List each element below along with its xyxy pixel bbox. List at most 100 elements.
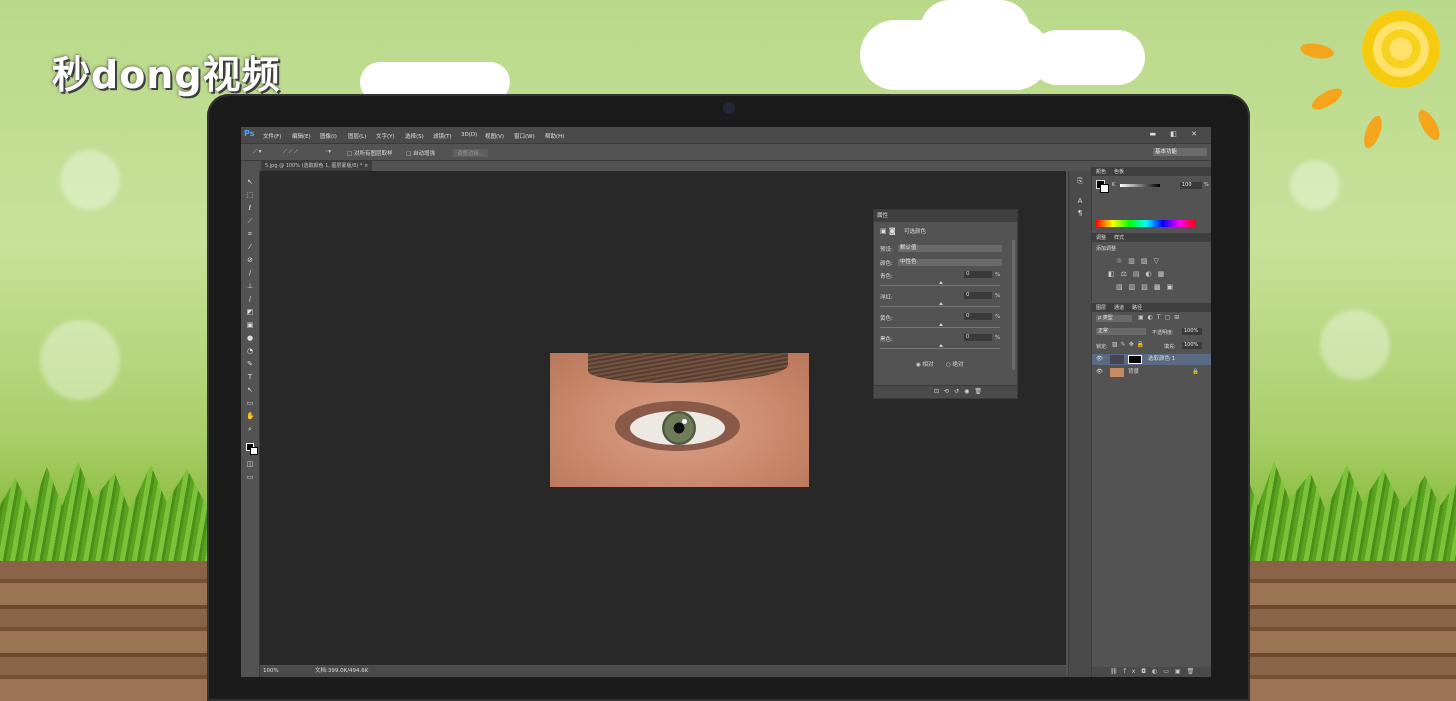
window-controls[interactable]: ▬ ◧ ✕ bbox=[1149, 130, 1203, 138]
character-icon[interactable]: A bbox=[1076, 197, 1084, 205]
zoom-tool-icon[interactable]: ⌕ bbox=[246, 426, 254, 433]
document-tab[interactable]: 5.jpg @ 100% (选取颜色 1, 图层蒙版/8) * × bbox=[261, 161, 373, 171]
menu-window[interactable]: 窗口(W) bbox=[514, 132, 535, 140]
opacity-value[interactable]: 100% bbox=[1182, 328, 1202, 335]
panel-dock: ⎘ A ¶ bbox=[1068, 171, 1091, 677]
selection-mode-icons[interactable]: ⟋ ⟋ ⟋ bbox=[283, 149, 298, 156]
gradient-tool-icon[interactable]: ▣ bbox=[246, 322, 254, 329]
history-icon[interactable]: ⎘ bbox=[1076, 177, 1084, 185]
properties-footer-icons[interactable]: ⊡⟲↺◉🗑 bbox=[934, 388, 987, 395]
black-value[interactable]: 0 bbox=[964, 334, 992, 341]
quick-mask-icon[interactable]: ◫ bbox=[246, 461, 254, 468]
bg-swatch[interactable] bbox=[1100, 184, 1109, 193]
color-spectrum[interactable] bbox=[1096, 220, 1196, 227]
quick-select-tool-icon[interactable]: ⟋ bbox=[246, 218, 254, 225]
fill-value[interactable]: 100% bbox=[1182, 342, 1202, 349]
menu-filter[interactable]: 滤镜(T) bbox=[433, 132, 452, 140]
layer-mask-thumb[interactable] bbox=[1128, 355, 1142, 364]
visibility-eye-icon[interactable]: 👁 bbox=[1096, 367, 1103, 378]
yellow-slider[interactable] bbox=[880, 327, 1000, 328]
layer-filter-select[interactable]: ρ 类型 bbox=[1096, 315, 1132, 322]
type-tool-icon[interactable]: T bbox=[246, 374, 254, 381]
tab-adjustments[interactable]: 调整 bbox=[1096, 234, 1106, 241]
brand-logo: 秒dong视频 bbox=[52, 53, 281, 97]
tab-channels[interactable]: 通道 bbox=[1114, 304, 1124, 311]
lasso-tool-icon[interactable]: ℓ bbox=[246, 205, 254, 212]
hand-tool-icon[interactable]: ✋ bbox=[246, 413, 255, 420]
eyedropper-tool-icon[interactable]: ⁄ bbox=[246, 244, 254, 251]
bokeh-light bbox=[60, 150, 120, 210]
menu-type[interactable]: 文字(Y) bbox=[376, 132, 395, 140]
screen-mode-icon[interactable]: ▭ bbox=[246, 474, 254, 481]
blend-mode-select[interactable]: 正常 bbox=[1096, 328, 1146, 335]
k-label: K bbox=[1112, 182, 1116, 188]
crop-tool-icon[interactable]: ⌗ bbox=[246, 231, 254, 238]
tab-layers[interactable]: 图层 bbox=[1096, 304, 1106, 311]
background-color-swatch[interactable] bbox=[250, 447, 258, 455]
colors-select[interactable]: 中性色 bbox=[898, 259, 1002, 266]
black-slider-handle[interactable] bbox=[939, 344, 943, 347]
workspace-select[interactable]: 基本功能 bbox=[1153, 148, 1207, 156]
marquee-tool-icon[interactable]: ⬚ bbox=[246, 192, 254, 199]
refine-edge-button[interactable]: 调整边缘... bbox=[453, 149, 489, 157]
shape-tool-icon[interactable]: ▭ bbox=[246, 400, 254, 407]
menu-help[interactable]: 帮助(H) bbox=[545, 132, 564, 140]
blur-tool-icon[interactable]: ● bbox=[246, 335, 254, 342]
auto-enhance-checkbox[interactable]: □ 自动增强 bbox=[406, 149, 435, 157]
menu-layer[interactable]: 图层(L) bbox=[348, 132, 366, 140]
properties-header[interactable]: 属性 bbox=[874, 210, 1017, 222]
layer-name[interactable]: 选取颜色 1 bbox=[1148, 354, 1175, 365]
layer-row-adjustment[interactable]: 👁 选取颜色 1 bbox=[1092, 354, 1211, 365]
quick-select-tool-icon[interactable]: ⟋ ▾ bbox=[253, 149, 261, 156]
color-panel-tabs: 颜色 色板 bbox=[1092, 167, 1211, 176]
brush-tool-icon[interactable]: ∕ bbox=[246, 270, 254, 277]
magenta-slider-handle[interactable] bbox=[939, 302, 943, 305]
adjustment-icons-row2[interactable]: ◧⚖▤◐▦ bbox=[1108, 270, 1170, 278]
sample-all-layers-checkbox[interactable]: □ 对所有图层取样 bbox=[347, 149, 392, 157]
layer-name[interactable]: 背景 bbox=[1128, 367, 1139, 378]
k-value[interactable]: 100 bbox=[1180, 182, 1202, 189]
tab-paths[interactable]: 路径 bbox=[1132, 304, 1142, 311]
yellow-value[interactable]: 0 bbox=[964, 313, 992, 320]
absolute-radio[interactable]: ○ 绝对 bbox=[946, 360, 964, 368]
dodge-tool-icon[interactable]: ◔ bbox=[246, 348, 254, 355]
pen-tool-icon[interactable]: ✎ bbox=[246, 361, 254, 368]
paragraph-icon[interactable]: ¶ bbox=[1076, 209, 1084, 217]
move-tool-icon[interactable]: ↖ bbox=[246, 179, 254, 186]
properties-panel: 属性 ▣ ◙ 可选颜色 预设: 默认值 颜色: 中性色 青色: 0 % 洋红: … bbox=[873, 209, 1018, 399]
tab-styles[interactable]: 样式 bbox=[1114, 234, 1124, 241]
clone-stamp-tool-icon[interactable]: ⊥ bbox=[246, 283, 254, 290]
black-slider[interactable] bbox=[880, 348, 1000, 349]
menu-view[interactable]: 视图(V) bbox=[485, 132, 504, 140]
menu-file[interactable]: 文件(F) bbox=[263, 132, 281, 140]
layer-row-background[interactable]: 👁 背景 🔒 bbox=[1092, 367, 1211, 378]
adjustment-icons-row3[interactable]: ▧▨▨▩▣ bbox=[1116, 283, 1179, 291]
magenta-slider[interactable] bbox=[880, 306, 1000, 307]
preset-select[interactable]: 默认值 bbox=[898, 245, 1002, 252]
healing-brush-tool-icon[interactable]: ⊘ bbox=[246, 257, 254, 264]
menu-image[interactable]: 图像(I) bbox=[320, 132, 337, 140]
brush-size-icon[interactable]: ◦▾ bbox=[325, 149, 331, 155]
eraser-tool-icon[interactable]: ◩ bbox=[246, 309, 254, 316]
layers-footer-icons[interactable]: ⛓fx◘◐▭▣🗑 bbox=[1110, 668, 1200, 675]
yellow-slider-handle[interactable] bbox=[939, 323, 943, 326]
tab-swatches[interactable]: 色板 bbox=[1114, 168, 1124, 175]
menu-3d[interactable]: 3D(D) bbox=[461, 132, 477, 138]
cyan-slider-handle[interactable] bbox=[939, 281, 943, 284]
k-slider[interactable] bbox=[1120, 184, 1160, 187]
zoom-level[interactable]: 100% bbox=[263, 666, 279, 677]
tab-color[interactable]: 颜色 bbox=[1096, 168, 1106, 175]
cyan-slider[interactable] bbox=[880, 285, 1000, 286]
visibility-eye-icon[interactable]: 👁 bbox=[1096, 354, 1103, 365]
menu-edit[interactable]: 编辑(E) bbox=[292, 132, 311, 140]
history-brush-tool-icon[interactable]: ∕ bbox=[246, 296, 254, 303]
adjustment-icons-row1[interactable]: ☼▥▨▽ bbox=[1116, 257, 1165, 265]
properties-scrollbar[interactable] bbox=[1012, 240, 1015, 370]
menu-select[interactable]: 选择(S) bbox=[405, 132, 424, 140]
layer-filter-icons[interactable]: ▣◐T▢⊞ bbox=[1138, 314, 1183, 321]
path-select-tool-icon[interactable]: ↖ bbox=[246, 387, 254, 394]
cyan-value[interactable]: 0 bbox=[964, 271, 992, 278]
relative-radio[interactable]: ◉ 相对 bbox=[916, 360, 934, 368]
lock-icons[interactable]: ▨✎✥🔒 bbox=[1112, 341, 1147, 348]
magenta-value[interactable]: 0 bbox=[964, 292, 992, 299]
